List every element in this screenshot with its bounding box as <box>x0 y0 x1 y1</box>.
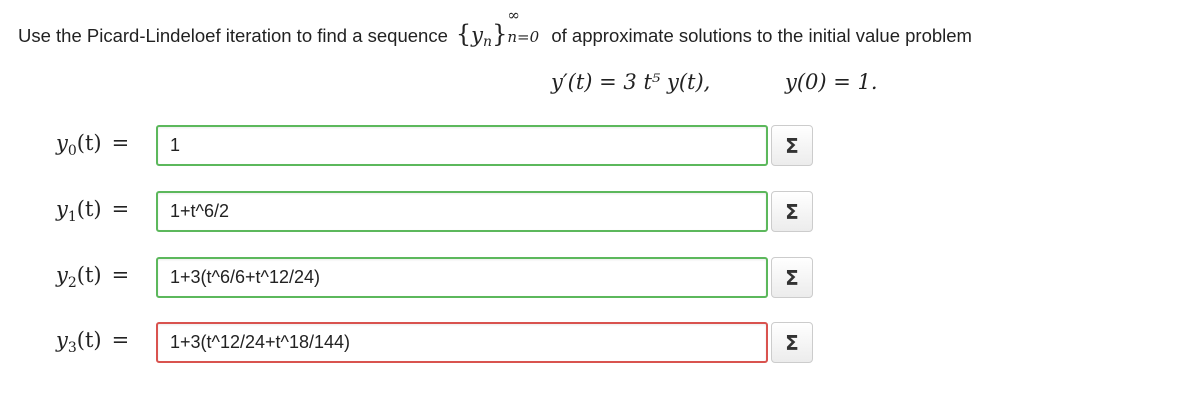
answer-row-y1: y1(t)= Σ <box>0 189 1189 235</box>
initial-condition: y(0) = 1. <box>785 70 878 94</box>
prompt-text-before: Use the Picard-Lindeloef iteration to fi… <box>18 25 448 46</box>
sigma-icon: Σ <box>785 330 799 355</box>
answer-row-y2: y2(t)= Σ <box>0 255 1189 301</box>
sigma-button-y3[interactable]: Σ <box>771 322 813 363</box>
answer-input-y3[interactable] <box>156 322 768 363</box>
row-label-y3: y3(t) = <box>56 328 130 356</box>
answer-row-y0: y0(t)= Σ <box>0 123 1189 169</box>
sigma-button-y1[interactable]: Σ <box>771 191 813 232</box>
sigma-icon: Σ <box>785 265 799 290</box>
sigma-icon: Σ <box>785 199 799 224</box>
row-label-y0: y0(t) = <box>56 131 130 159</box>
answer-input-y2[interactable] <box>156 257 768 298</box>
ode-expression: y′(t) = 3 t⁵ y(t), <box>551 70 711 94</box>
row-label-y1: y1(t) = <box>56 197 130 225</box>
sigma-button-y0[interactable]: Σ <box>771 125 813 166</box>
sigma-button-y2[interactable]: Σ <box>771 257 813 298</box>
answer-input-y1[interactable] <box>156 191 768 232</box>
answer-input-y0[interactable] <box>156 125 768 166</box>
answer-row-y3: y3(t)= Σ <box>0 320 1189 366</box>
row-label-y2: y2(t) = <box>56 263 130 291</box>
sequence-notation: {yn} ∞ n=0 <box>455 6 540 50</box>
sigma-icon: Σ <box>785 133 799 158</box>
problem-statement: Use the Picard-Lindeloef iteration to fi… <box>18 6 972 50</box>
ode-equation: y′(t) = 3 t⁵ y(t), y(0) = 1. <box>551 70 878 94</box>
prompt-text-after: of approximate solutions to the initial … <box>551 25 972 46</box>
